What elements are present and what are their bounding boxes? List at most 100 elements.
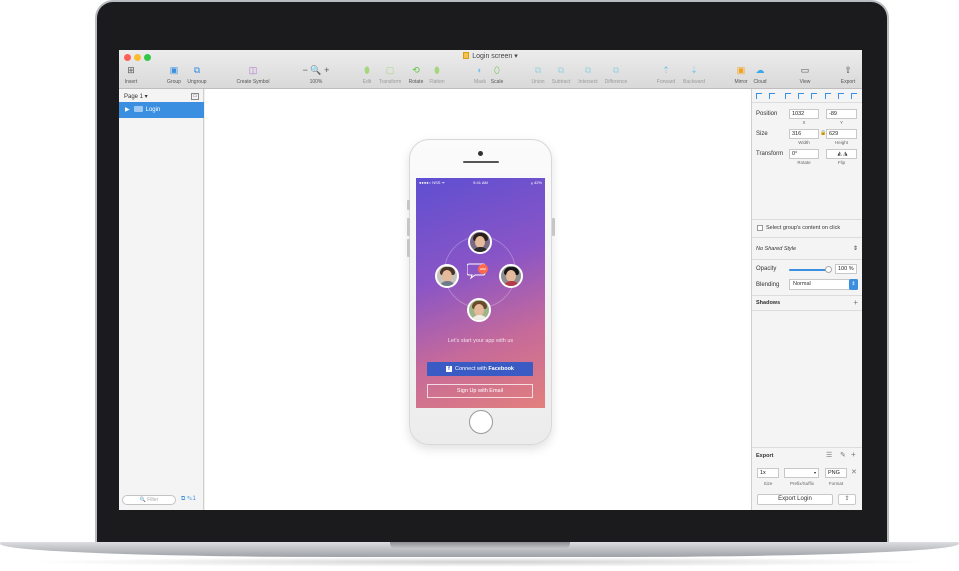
export-size-field[interactable]: 1x: [757, 468, 779, 478]
subtract-button[interactable]: ⧉ Subtract: [549, 64, 573, 85]
select-content-checkbox[interactable]: [757, 225, 763, 231]
forward-button[interactable]: ⇡ Forward: [655, 64, 677, 85]
backward-icon: ⇣: [690, 65, 698, 75]
blending-select[interactable]: Normal ⇕: [789, 279, 858, 290]
position-x-field[interactable]: 1032: [789, 109, 819, 119]
insert-button[interactable]: ⊞ Insert: [122, 64, 140, 85]
cloud-label: Cloud: [753, 79, 767, 85]
rotate-icon: ⟲: [412, 65, 420, 75]
group-label: Group: [167, 79, 181, 85]
backward-button[interactable]: ⇣ Backward: [680, 64, 708, 85]
height-field[interactable]: 629: [826, 129, 857, 139]
avatar-top: [468, 230, 492, 254]
page-selector[interactable]: Page 1 ▾: [124, 93, 148, 100]
shared-style-arrows-icon[interactable]: ⇕: [853, 245, 858, 252]
disclosure-triangle-icon[interactable]: ▶: [125, 107, 130, 113]
flip-label: Flip: [837, 160, 846, 165]
view-button[interactable]: ▭ View: [795, 64, 815, 85]
iphone-mockup[interactable]: ●●●●○ NSS ᯤ 9:41 AM ⁎ 42% Let's start yo…: [407, 139, 555, 445]
blending-label: Blending: [756, 282, 780, 288]
mute-switch: [407, 200, 410, 210]
flip-vertical-icon[interactable]: ◮: [843, 151, 847, 157]
document-title[interactable]: Login screen ▾: [119, 52, 862, 60]
mirror-button[interactable]: ▣ Mirror: [732, 64, 750, 85]
width-field[interactable]: 316: [789, 129, 819, 139]
filter-input[interactable]: 🔍 Filter: [122, 495, 176, 505]
align-top-icon[interactable]: [825, 93, 831, 99]
distribute-horizontal-icon[interactable]: [756, 93, 762, 99]
flatten-button[interactable]: ⬮ Flatten: [427, 64, 447, 85]
edit-button[interactable]: ⬮ Edit: [359, 64, 375, 85]
divider: [752, 447, 862, 448]
scale-button[interactable]: ⬯ Scale: [489, 64, 505, 85]
intersect-label: Intersect: [578, 79, 598, 85]
divider: [752, 237, 862, 238]
create-symbol-button[interactable]: ◫ Create Symbol: [232, 64, 274, 85]
shared-style-select[interactable]: No Shared Style: [756, 246, 796, 252]
alignment-toolbar: [752, 89, 862, 103]
transform-button[interactable]: ▢ Transform: [376, 64, 404, 85]
cloud-button[interactable]: ☁ Cloud: [751, 64, 769, 85]
align-middle-icon[interactable]: [838, 93, 844, 99]
add-shadow-icon[interactable]: +: [853, 298, 858, 307]
chevron-down-icon: ▾: [813, 470, 816, 475]
distribute-vertical-icon[interactable]: [769, 93, 775, 99]
connect-facebook-button[interactable]: f Connect with Facebook: [427, 362, 533, 376]
rotate-button[interactable]: ⟲ Rotate: [406, 64, 426, 85]
export-format-field[interactable]: PNG: [825, 468, 847, 478]
symbols-filter-icon[interactable]: ⧉: [181, 496, 185, 502]
sign-up-email-button[interactable]: Sign Up with Email: [427, 384, 533, 398]
avatar-bottom: [467, 298, 491, 322]
export-login-button[interactable]: Export Login: [757, 494, 833, 505]
ungroup-icon: ⧉: [193, 65, 201, 75]
share-icon[interactable]: ⇪: [838, 494, 856, 505]
symbol-icon: ◫: [248, 65, 258, 75]
layer-label: Login: [145, 107, 161, 113]
align-left-icon[interactable]: [785, 93, 791, 99]
camera-icon: [478, 151, 483, 156]
ungroup-button[interactable]: ⧉ Ungroup: [185, 64, 209, 85]
facebook-icon: f: [445, 366, 452, 372]
group-button[interactable]: ▣ Group: [166, 64, 182, 85]
zoom-control[interactable]: − 🔍 + 100%: [299, 64, 333, 85]
remove-export-icon[interactable]: ✕: [851, 468, 857, 476]
mask-button[interactable]: ◐ Mask: [472, 64, 488, 85]
slice-tool-icon[interactable]: ✎: [840, 451, 846, 459]
transform-label: Transform: [378, 79, 402, 85]
difference-button[interactable]: ⧉ Difference: [602, 64, 630, 85]
export-section-label: Export: [756, 453, 774, 459]
login-screen[interactable]: ●●●●○ NSS ᯤ 9:41 AM ⁎ 42% Let's start yo…: [416, 178, 545, 408]
power-button: [552, 218, 555, 236]
volume-down-button: [407, 239, 410, 257]
opacity-slider[interactable]: [789, 269, 829, 271]
add-export-icon[interactable]: +: [851, 450, 856, 459]
opacity-slider-handle[interactable]: [825, 266, 832, 273]
export-prefix-field[interactable]: ▾: [784, 468, 819, 478]
filter-options[interactable]: ⧉ ✎1: [181, 496, 196, 503]
layer-item-login[interactable]: ▶ Login: [119, 102, 204, 118]
flip-buttons[interactable]: ◭ ◮: [826, 149, 857, 159]
position-y-field[interactable]: -89: [826, 109, 857, 119]
avatar-shirt: [471, 315, 488, 320]
volume-up-button: [407, 218, 410, 236]
toggle-pages-icon[interactable]: ▭: [191, 93, 199, 100]
sketch-file-icon: [463, 52, 470, 59]
align-right-icon[interactable]: [811, 93, 817, 99]
union-button[interactable]: ⧉ Union: [530, 64, 546, 85]
mirror-icon: ▣: [736, 65, 746, 75]
align-bottom-icon[interactable]: [851, 93, 857, 99]
backward-label: Backward: [683, 79, 705, 85]
export-button[interactable]: ⇧ Export: [838, 64, 858, 85]
x-label: X: [802, 120, 806, 125]
rotate-field[interactable]: 0°: [789, 149, 819, 159]
flip-horizontal-icon[interactable]: ◭: [838, 151, 842, 157]
intersect-button[interactable]: ⧉ Intersect: [576, 64, 600, 85]
facebook-button-prefix: Connect with: [454, 366, 489, 372]
subtract-icon: ⧉: [557, 65, 565, 75]
export-options-icon[interactable]: ☰: [826, 451, 832, 459]
view-label: View: [799, 79, 811, 85]
opacity-field[interactable]: 100 %: [835, 264, 857, 274]
canvas[interactable]: ●●●●○ NSS ᯤ 9:41 AM ⁎ 42% Let's start yo…: [205, 89, 751, 510]
align-center-icon[interactable]: [798, 93, 804, 99]
height-label: Height: [834, 140, 848, 145]
